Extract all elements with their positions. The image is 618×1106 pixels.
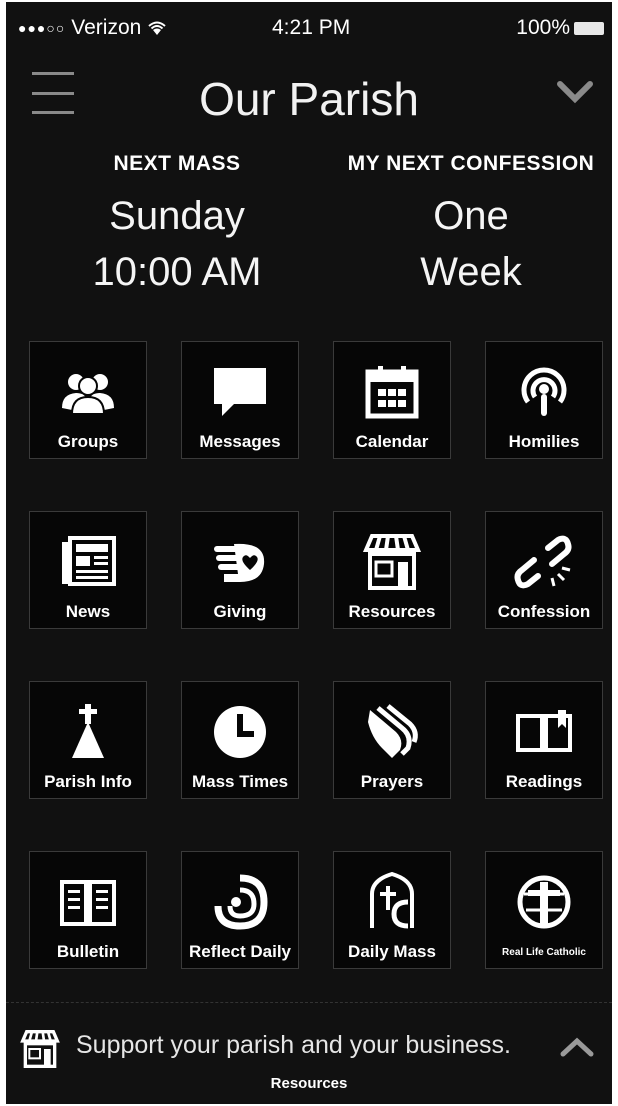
storefront-icon [20,1030,60,1068]
carrier-name: Verizon [71,16,142,39]
tile-reflect-daily[interactable]: Reflect Daily [182,852,298,968]
app-screen: ●●●○○ Verizon 4:21 PM 100% Our Parish NE… [6,2,612,1104]
hand-heart-icon [214,543,265,582]
real-life-catholic-logo-icon [517,875,571,929]
people-icon [62,374,114,415]
tile-prayers[interactable]: Prayers [334,682,450,798]
tile-groups[interactable]: Groups [30,342,146,458]
tile-label: Prayers [360,772,424,791]
speech-bubble-icon [214,368,266,416]
page-title: Our Parish [199,73,419,125]
broken-link-icon [514,535,572,589]
signal-strength-icon: ●●●○○ [18,20,66,36]
chevron-up-icon[interactable] [560,1037,594,1057]
next-confession-line1: One [433,194,509,238]
resources-footer[interactable]: Support your parish and your business. R… [6,1002,612,1104]
daily-mass-logo-icon [370,872,414,929]
tile-label: Groups [57,432,119,451]
tile-label: Readings [505,772,583,791]
app-header: Our Parish [6,50,612,150]
tile-bulletin[interactable]: Bulletin [30,852,146,968]
tile-label: Messages [199,432,281,451]
tile-calendar[interactable]: Calendar [334,342,450,458]
tile-label: Daily Mass [348,942,436,961]
tile-label: Resources [348,602,436,621]
tile-parish-info[interactable]: Parish Info [30,682,146,798]
praying-hands-icon [368,704,418,758]
next-mass-day: Sunday [109,194,245,238]
tile-mass-times[interactable]: Mass Times [182,682,298,798]
tile-readings[interactable]: Readings [486,682,602,798]
tile-label: Reflect Daily [188,942,292,961]
tile-label: News [65,602,111,621]
battery-icon [574,21,604,35]
footer-label: Resources [270,1075,348,1092]
next-confession-label: MY NEXT CONFESSION [347,152,595,175]
newspaper-icon [62,536,116,586]
tile-label: Confession [497,602,591,621]
calendar-icon [365,366,419,419]
tile-resources[interactable]: Resources [334,512,450,628]
footer-banner-text: Support your parish and your business. [76,1031,511,1059]
tile-giving[interactable]: Giving [182,512,298,628]
tile-homilies[interactable]: Homilies [486,342,602,458]
next-mass-label: NEXT MASS [113,152,241,175]
clock-icon [214,706,266,758]
podcast-icon [521,367,567,416]
carrier-info: ●●●○○ Verizon [18,16,167,40]
tile-label: Real Life Catholic [502,947,586,958]
tile-label: Homilies [508,432,580,451]
open-book-icon [516,710,572,752]
status-time: 4:21 PM [272,16,351,39]
reflect-daily-logo-icon [214,874,268,930]
next-mass-time: 10:00 AM [92,250,262,294]
next-mass-panel: NEXT MASS Sunday 10:00 AM [34,152,320,298]
tile-real-life-catholic[interactable]: Real Life Catholic [486,852,602,968]
battery-percent: 100% [516,16,570,39]
tile-label: Giving [213,602,267,621]
tile-news[interactable]: News [30,512,146,628]
wifi-icon [148,21,166,35]
church-icon [72,704,104,758]
tile-messages[interactable]: Messages [182,342,298,458]
bulletin-book-icon [60,880,116,926]
battery-status: 100% [516,16,604,40]
tile-daily-mass[interactable]: Daily Mass [334,852,450,968]
tile-label: Mass Times [191,772,289,791]
storefront-icon [362,534,422,590]
tile-label: Calendar [355,432,429,451]
tile-confession[interactable]: Confession [486,512,602,628]
tile-label: Bulletin [56,942,120,961]
tile-label: Parish Info [44,772,132,791]
status-bar: ●●●○○ Verizon 4:21 PM 100% [6,2,612,50]
chevron-down-icon[interactable] [554,70,596,112]
next-confession-panel: MY NEXT CONFESSION One Week [328,152,612,298]
next-confession-line2: Week [420,250,522,294]
